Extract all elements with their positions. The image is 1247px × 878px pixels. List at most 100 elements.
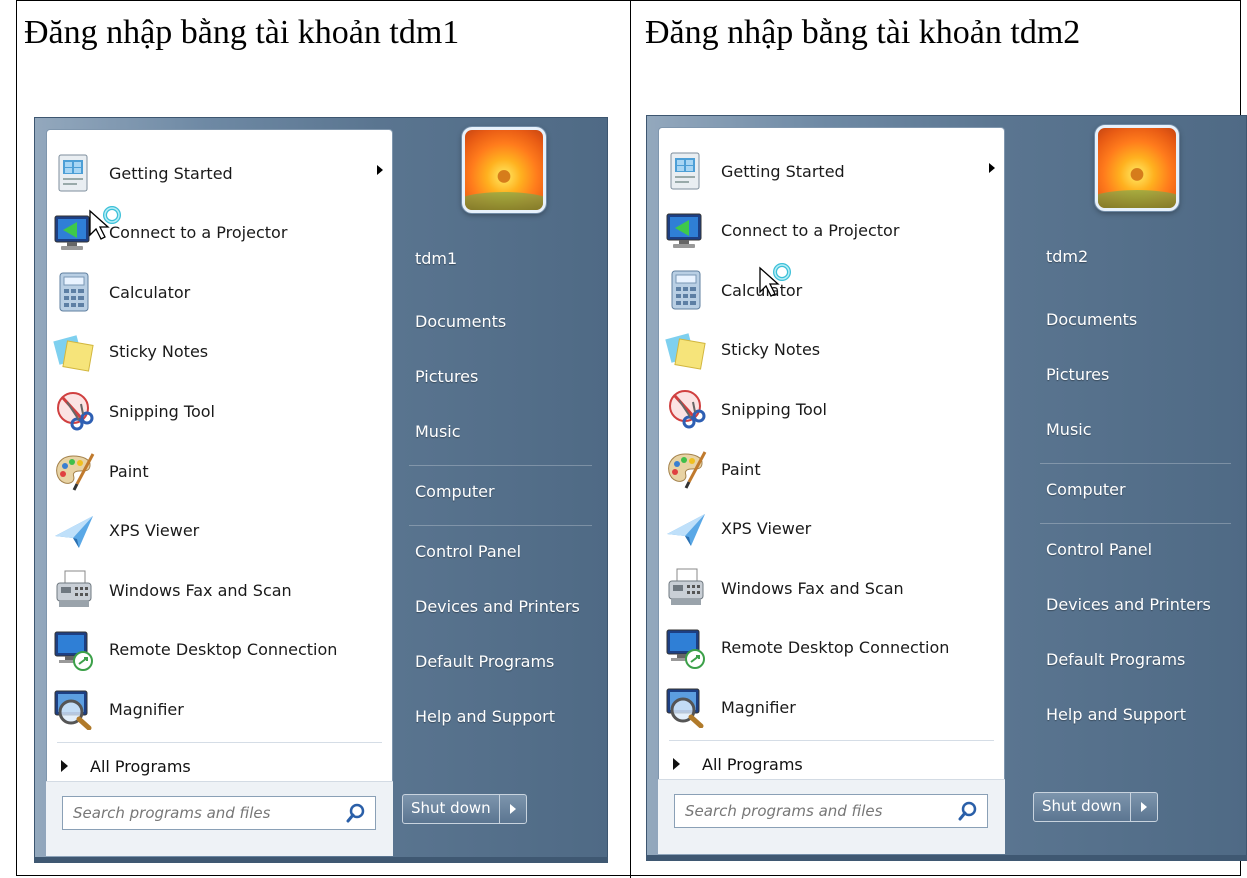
program-label: Windows Fax and Scan — [721, 578, 904, 598]
right-item-devices-and-printers[interactable]: Devices and Printers — [1046, 595, 1211, 614]
divider — [1040, 463, 1231, 464]
right-item-help-and-support[interactable]: Help and Support — [1046, 705, 1186, 724]
submenu-arrow-icon[interactable] — [989, 163, 995, 173]
calculator-icon — [665, 269, 707, 311]
program-label: Remote Desktop Connection — [721, 638, 950, 658]
program-item-sticky-notes[interactable]: Sticky Notes — [53, 325, 383, 379]
divider — [409, 465, 592, 466]
fax-scan-icon — [53, 569, 95, 611]
program-label: Getting Started — [109, 163, 233, 183]
user-avatar[interactable] — [462, 127, 546, 213]
getting-started-icon — [665, 150, 707, 192]
submenu-arrow-icon[interactable] — [377, 165, 383, 175]
calculator-icon — [53, 271, 95, 313]
program-item-paint-palette[interactable]: Paint — [665, 442, 995, 496]
right-item-control-panel[interactable]: Control Panel — [1046, 540, 1152, 559]
program-label: Snipping Tool — [721, 399, 827, 419]
program-item-snipping-tool[interactable]: Snipping Tool — [53, 384, 383, 438]
search-area: Search programs and files — [46, 781, 393, 856]
program-item-calculator[interactable]: Calculator — [53, 265, 383, 319]
right-item-default-programs[interactable]: Default Programs — [415, 652, 554, 671]
right-item-username[interactable]: tdm2 — [1046, 247, 1088, 266]
program-label: Magnifier — [109, 699, 184, 719]
search-input[interactable]: Search programs and files — [62, 796, 376, 830]
panel-caption: Đăng nhập bằng tài khoản tdm1 — [24, 14, 460, 51]
all-programs-label: All Programs — [90, 756, 191, 776]
right-item-pictures[interactable]: Pictures — [415, 367, 478, 386]
programs-pane: Getting Started Connect to a Projector Cal… — [46, 129, 393, 855]
right-item-documents[interactable]: Documents — [415, 312, 506, 331]
program-item-remote-desktop[interactable]: Remote Desktop Connection — [665, 621, 995, 675]
shut-down-options-arrow-icon[interactable] — [500, 795, 526, 823]
program-item-xps-viewer[interactable]: XPS Viewer — [665, 502, 995, 556]
program-label: XPS Viewer — [109, 521, 200, 541]
right-item-control-panel[interactable]: Control Panel — [415, 542, 521, 561]
search-placeholder: Search programs and files — [73, 804, 271, 822]
xps-viewer-icon — [665, 508, 707, 550]
right-item-music[interactable]: Music — [1046, 420, 1092, 439]
paint-palette-icon — [665, 448, 707, 490]
right-item-documents[interactable]: Documents — [1046, 310, 1137, 329]
magnifier-icon — [53, 688, 95, 731]
user-avatar[interactable] — [1095, 125, 1179, 211]
shut-down-label: Shut down — [403, 795, 500, 823]
program-label: Connect to a Projector — [109, 223, 288, 243]
program-label: Calculator — [109, 282, 191, 302]
search-placeholder: Search programs and files — [685, 802, 883, 820]
divider — [57, 742, 382, 743]
getting-started-icon — [53, 152, 95, 194]
taskbar-edge — [646, 855, 1247, 861]
magnifier-icon — [665, 686, 707, 729]
program-item-remote-desktop[interactable]: Remote Desktop Connection — [53, 623, 383, 677]
program-label: Paint — [721, 459, 761, 479]
start-menu-tdm1: Getting Started Connect to a Projector Cal… — [34, 117, 608, 863]
shut-down-button[interactable]: Shut down — [1033, 792, 1158, 822]
program-item-snipping-tool[interactable]: Snipping Tool — [665, 382, 995, 436]
search-area: Search programs and files — [658, 779, 1005, 854]
search-icon[interactable] — [343, 800, 369, 826]
program-item-fax-scan[interactable]: Windows Fax and Scan — [665, 561, 995, 615]
fax-scan-icon — [665, 567, 707, 609]
right-item-computer[interactable]: Computer — [1046, 480, 1126, 499]
remote-desktop-icon — [53, 629, 95, 671]
shut-down-options-arrow-icon[interactable] — [1131, 793, 1157, 821]
projector-icon — [665, 210, 707, 252]
all-programs-button[interactable]: All Programs — [673, 750, 803, 778]
taskbar-edge — [34, 857, 608, 863]
program-label: Connect to a Projector — [721, 221, 900, 241]
shut-down-button[interactable]: Shut down — [402, 794, 527, 824]
program-item-sticky-notes[interactable]: Sticky Notes — [665, 323, 995, 377]
program-item-projector[interactable]: Connect to a Projector — [53, 206, 383, 260]
right-item-default-programs[interactable]: Default Programs — [1046, 650, 1185, 669]
right-item-devices-and-printers[interactable]: Devices and Printers — [415, 597, 580, 616]
right-item-username[interactable]: tdm1 — [415, 249, 457, 268]
program-item-getting-started[interactable]: Getting Started — [665, 144, 995, 198]
shut-down-label: Shut down — [1034, 793, 1131, 821]
right-item-music[interactable]: Music — [415, 422, 461, 441]
program-item-magnifier[interactable]: Magnifier — [665, 680, 995, 734]
program-item-magnifier[interactable]: Magnifier — [53, 682, 383, 736]
remote-desktop-icon — [665, 627, 707, 669]
right-item-computer[interactable]: Computer — [415, 482, 495, 501]
triangle-right-icon — [61, 760, 68, 772]
all-programs-button[interactable]: All Programs — [61, 752, 191, 780]
program-item-xps-viewer[interactable]: XPS Viewer — [53, 504, 383, 558]
divider — [1040, 523, 1231, 524]
right-item-help-and-support[interactable]: Help and Support — [415, 707, 555, 726]
program-label: Calculator — [721, 280, 803, 300]
program-item-paint-palette[interactable]: Paint — [53, 444, 383, 498]
right-item-pictures[interactable]: Pictures — [1046, 365, 1109, 384]
program-item-projector[interactable]: Connect to a Projector — [665, 204, 995, 258]
triangle-right-icon — [673, 758, 680, 770]
program-label: Sticky Notes — [109, 342, 209, 362]
program-label: Windows Fax and Scan — [109, 580, 292, 600]
xps-viewer-icon — [53, 510, 95, 552]
projector-icon — [53, 212, 95, 254]
start-menu-tdm2: Getting Started Connect to a Projector Cal… — [646, 115, 1247, 861]
program-item-getting-started[interactable]: Getting Started — [53, 146, 383, 200]
program-item-fax-scan[interactable]: Windows Fax and Scan — [53, 563, 383, 617]
search-input[interactable]: Search programs and files — [674, 794, 988, 828]
search-icon[interactable] — [955, 798, 981, 824]
program-item-calculator[interactable]: Calculator — [665, 263, 995, 317]
program-label: Magnifier — [721, 697, 796, 717]
